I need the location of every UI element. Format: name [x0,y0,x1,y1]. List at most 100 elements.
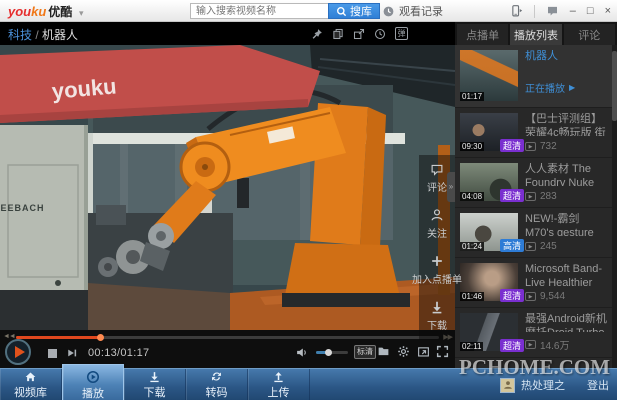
avatar[interactable] [500,378,515,393]
panel-scrollbar[interactable] [612,45,617,368]
progress-handle[interactable] [97,334,104,341]
video-title[interactable]: 最强Android新机 摩托Droid Turbo上手体验 [525,313,607,332]
video-thumbnail: 01:46 超清 [460,263,518,301]
tab-label: 上传 [268,384,290,400]
volume-handle[interactable] [325,349,332,356]
history-icon[interactable] [374,28,386,40]
now-playing-status: 正在播放 ▶ [525,80,607,95]
pin-icon[interactable] [311,28,323,40]
list-item[interactable]: 01:17 机器人 正在播放 ▶ [455,45,617,108]
list-item[interactable]: 01:24 高清 NEW!-霸剑 M70's gesture control a… [455,208,617,258]
chevron-down-icon[interactable]: ▾ [79,8,84,18]
panel-collapse-handle[interactable]: » [447,172,455,202]
username[interactable]: 热处理之 [521,377,565,393]
follow-button[interactable]: 关注 [427,208,447,240]
video-title[interactable]: 机器人 [525,50,607,64]
video-title[interactable]: 人人素材 The Foundry Nuke Studio 9.0 v1 Win … [525,163,607,186]
list-item[interactable]: 02:11 超清 最强Android新机 摩托Droid Turbo上手体验 ▶… [455,308,617,358]
tab-transcode[interactable]: 转码 [186,369,248,400]
video-title[interactable]: Microsoft Band- Live Healthier [525,263,607,286]
stop-button[interactable] [48,349,57,358]
tab-playlist[interactable]: 播放列表 [510,24,561,45]
tab-upload[interactable]: 上传 [248,369,310,400]
youku-logo[interactable]: youku优酷 ▾ [8,3,83,20]
panel-tabs: 点播单 播放列表 评论 [455,22,617,45]
tab-download[interactable]: 下载 [124,369,186,400]
list-item[interactable]: 01:46 超清 Microsoft Band- Live Healthier … [455,258,617,308]
download-button[interactable]: 下载 [427,300,447,332]
quality-button[interactable]: 标清 [354,345,376,359]
video-title[interactable]: 【巴士评测组】荣耀4c畅玩版 街头路人实际体验专访 [525,113,607,136]
search-button-label: 搜库 [350,3,372,19]
view-count: ▶ 14.6万 [525,337,607,352]
scrollbar-thumb[interactable] [612,51,617,121]
copy-icon[interactable] [332,28,344,40]
progress-bar[interactable] [16,336,439,339]
download-tray-icon [148,371,161,383]
tab-label: 转码 [206,384,228,400]
comment-icon [430,163,444,176]
add-to-playlist-button[interactable]: 加入点播单 [412,254,462,286]
close-button[interactable]: × [605,6,611,17]
watch-history-label: 观看记录 [399,3,443,19]
phone-sync-icon[interactable] [510,4,523,18]
person-icon [430,208,444,222]
fullscreen-button[interactable] [436,345,449,358]
minimize-button[interactable]: – [570,6,576,17]
bottom-nav-tabs: 视频库 播放 下载 转码 [0,369,310,400]
home-icon [24,371,37,383]
video-frame[interactable]: youku ZEEBACH 评论 关注 [0,45,455,330]
danmaku-icon[interactable]: 弹 [395,27,408,40]
search-button[interactable]: 搜库 [328,3,380,19]
popout-button[interactable] [417,345,430,358]
video-thumbnail: 02:11 超清 [460,313,518,351]
tab-video-library[interactable]: 视频库 [0,369,62,400]
play-count-icon: ▶ [525,192,536,201]
video-title[interactable]: NEW!-霸剑 M70's gesture control armband手势操… [525,213,607,236]
watch-history-button[interactable]: 观看记录 [382,3,443,19]
search-input[interactable] [190,3,328,19]
refresh-arrows-icon [210,370,223,383]
view-count: ▶ 9,544 [525,291,607,302]
play-count-icon: ▶ [525,242,536,251]
play-button[interactable] [5,339,31,365]
quality-badge: 超清 [500,339,524,352]
duration-badge: 01:46 [460,292,484,301]
comment-button[interactable]: 评论 [427,163,447,194]
titlebar[interactable]: youku优酷 ▾ 搜库 观看记录 [0,0,617,22]
video-thumbnail: 09:30 超清 [460,113,518,151]
clock-icon [382,5,395,18]
app-window: youku优酷 ▾ 搜库 观看记录 [0,0,617,400]
next-button[interactable] [66,347,78,359]
maximize-button[interactable]: □ [587,6,594,17]
time-display: 00:13/01:17 [88,347,149,359]
breadcrumb-separator: / [35,28,38,42]
list-item[interactable]: 09:30 超清 【巴士评测组】荣耀4c畅玩版 街头路人实际体验专访 ▶ 732 [455,108,617,158]
breadcrumb: 科技 / 机器人 [8,26,78,43]
settings-button[interactable] [397,345,410,358]
video-thumbnail: 04:08 超清 [460,163,518,201]
breadcrumb-category[interactable]: 科技 [8,28,32,42]
video-thumbnail: 01:24 高清 [460,213,518,251]
duration-badge: 04:08 [460,192,484,201]
logout-button[interactable]: 登出 [587,377,609,393]
play-icon [15,346,25,358]
video-thumbnail: 01:17 [460,50,518,101]
logo-ku: ku [31,4,46,19]
list-item[interactable]: 04:08 超清 人人素材 The Foundry Nuke Studio 9.… [455,158,617,208]
play-count-icon: ▶ [525,142,536,151]
volume-slider[interactable] [316,351,348,354]
tab-comments[interactable]: 评论 [564,24,615,45]
download-label: 下载 [427,317,447,332]
breadcrumb-title: 机器人 [42,28,78,42]
duration-badge: 01:24 [460,242,484,251]
folder-button[interactable] [377,345,390,357]
volume-icon[interactable] [295,346,309,359]
feedback-icon[interactable] [546,5,559,17]
tab-label: 下载 [144,384,166,400]
view-count: ▶ 732 [525,141,607,152]
player-controls: ◄◄ ▶▶ 00:13/01:17 标清 [0,330,455,368]
tab-dianbodan[interactable]: 点播单 [457,24,508,45]
share-icon[interactable] [353,28,365,40]
tab-play[interactable]: 播放 [62,364,124,400]
